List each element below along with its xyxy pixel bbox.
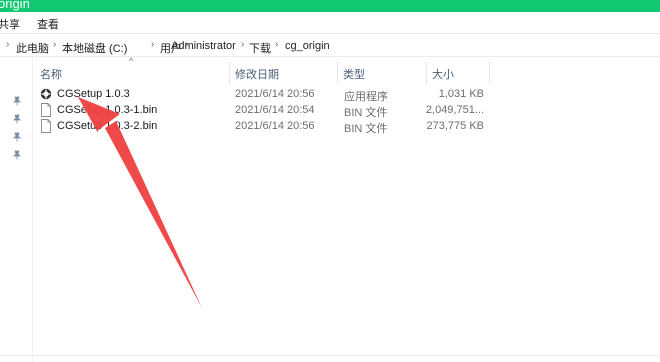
column-header-size[interactable]: 大小 [432, 66, 454, 82]
tab-share[interactable]: 共享 [0, 16, 20, 32]
column-header-date[interactable]: 修改日期 [235, 66, 279, 82]
chevron-right-icon: › [275, 39, 279, 50]
pin-icon[interactable] [12, 132, 22, 142]
breadcrumb-downloads[interactable]: 下载 [249, 40, 271, 56]
pin-icon[interactable] [12, 114, 22, 124]
file-name[interactable]: CGSetup 1.0.3 [57, 88, 130, 100]
address-bar[interactable]: › 此电脑 › 本地磁盘 (C:) › 用户 › Administrator ›… [0, 37, 660, 57]
status-bar-divider [0, 355, 660, 356]
breadcrumb-cg-origin[interactable]: cg_origin [285, 40, 330, 52]
breadcrumb-this-pc[interactable]: 此电脑 [16, 40, 49, 56]
column-header-type[interactable]: 类型 [343, 66, 365, 82]
file-row[interactable]: CGSetup 1.0.3-1.bin 2021/6/14 20:54 BIN … [36, 102, 491, 119]
navigation-pane [0, 57, 33, 362]
file-row[interactable]: CGSetup 1.0.3 2021/6/14 20:56 应用程序 1,031… [36, 86, 491, 103]
file-name[interactable]: CGSetup 1.0.3-1.bin [57, 104, 157, 116]
chevron-right-icon: › [241, 39, 245, 50]
file-type: BIN 文件 [344, 123, 388, 135]
file-row[interactable]: CGSetup 1.0.3-2.bin 2021/6/14 20:56 BIN … [36, 118, 491, 135]
sort-ascending-icon: ^ [129, 56, 134, 66]
file-size: 273,775 KB [426, 120, 485, 132]
window-title: origin [0, 0, 30, 11]
breadcrumb-administrator[interactable]: Administrator [171, 40, 236, 52]
file-icon [41, 119, 51, 133]
chevron-right-icon: › [6, 39, 10, 50]
file-date: 2021/6/14 20:54 [235, 104, 315, 116]
file-name[interactable]: CGSetup 1.0.3-2.bin [57, 120, 157, 132]
column-divider[interactable] [489, 62, 490, 84]
tab-view[interactable]: 查看 [37, 16, 59, 32]
pin-icon[interactable] [12, 150, 22, 160]
column-divider[interactable] [337, 62, 338, 84]
ribbon-tabs: 共享 查看 [0, 12, 660, 34]
file-icon [41, 103, 51, 117]
app-icon [40, 88, 52, 100]
file-size: 2,049,751... [425, 104, 484, 116]
file-size: 1,031 KB [438, 88, 484, 100]
column-header-name[interactable]: 名称 [40, 66, 62, 82]
title-bar: origin [0, 0, 660, 12]
column-divider[interactable] [229, 62, 230, 84]
chevron-right-icon: › [53, 39, 57, 50]
pin-icon[interactable] [12, 96, 22, 106]
column-divider[interactable] [426, 62, 427, 84]
chevron-right-icon: › [151, 39, 155, 50]
file-date: 2021/6/14 20:56 [235, 120, 315, 132]
file-date: 2021/6/14 20:56 [235, 88, 315, 100]
breadcrumb-local-disk[interactable]: 本地磁盘 (C:) [62, 40, 127, 56]
